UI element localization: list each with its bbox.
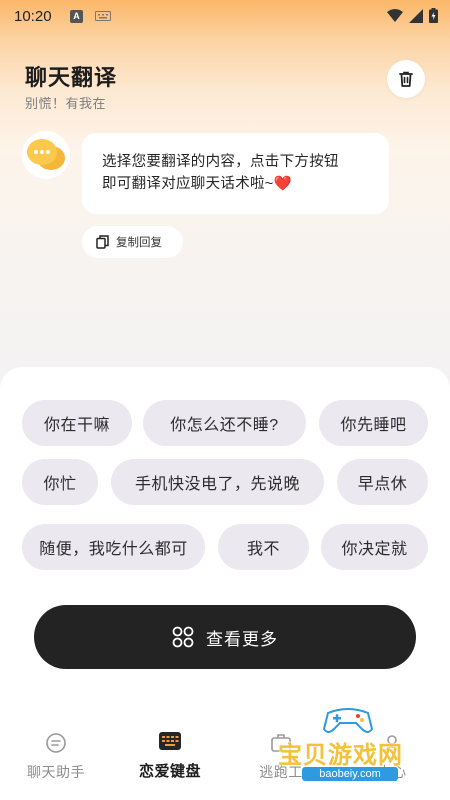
chat-assistant-icon (46, 733, 66, 753)
message-line-2-text: 即可翻译对应聊天话术啦~ (102, 176, 274, 192)
copy-reply-label: 复制回复 (116, 237, 162, 249)
copy-icon (96, 235, 109, 249)
grid-icon (172, 626, 194, 648)
phrase-chip[interactable]: 你在干嘛 (22, 400, 132, 446)
watermark-text: 宝贝游戏网 (278, 742, 403, 769)
gamepad-icon (322, 708, 374, 733)
status-time: 10:20 (14, 7, 52, 25)
keyboard-icon (159, 732, 181, 750)
notification-icon: A (70, 9, 83, 23)
phrase-chip[interactable]: 随便，我吃什么都可 (22, 524, 205, 570)
heart-icon: ❤️ (273, 176, 292, 192)
view-more-label: 查看更多 (206, 629, 278, 649)
tab-label: 恋爱键盘 (138, 763, 201, 780)
watermark-url: baobeiy.com (302, 767, 398, 781)
page-title: 聊天翻译 (25, 65, 118, 90)
wifi-icon (387, 8, 403, 22)
bot-avatar (22, 131, 70, 179)
tab-label: 聊天助手 (27, 764, 85, 780)
phrase-chip[interactable]: 你决定就 (321, 524, 428, 570)
status-bar: 10:20 A (0, 0, 450, 32)
clear-button[interactable] (387, 60, 425, 98)
phrase-chip[interactable]: 你怎么还不睡? (143, 400, 306, 446)
watermark: 宝贝游戏网 baobeiy.com (268, 703, 428, 785)
message-bubble: 选择您要翻译的内容，点击下方按钮 即可翻译对应聊天话术啦~❤️ (82, 133, 389, 214)
view-more-button[interactable]: 查看更多 (34, 605, 416, 669)
chat-bubbles-icon (22, 131, 70, 179)
battery-icon (429, 8, 438, 23)
page-subtitle: 别慌！有我在 (25, 96, 107, 111)
keyboard-icon (95, 11, 111, 21)
trash-icon (399, 71, 413, 87)
message-line-2: 即可翻译对应聊天话术啦~❤️ (102, 173, 369, 195)
tab-chat-assistant[interactable]: 聊天助手 (1, 732, 111, 782)
phrase-chip[interactable]: 我不 (218, 524, 309, 570)
cell-signal-icon (409, 8, 423, 23)
message-line-1: 选择您要翻译的内容，点击下方按钮 (102, 154, 339, 170)
copy-reply-button[interactable]: 复制回复 (82, 226, 183, 258)
phrase-chip[interactable]: 手机快没电了，先说晚 (111, 459, 324, 505)
tab-love-keyboard[interactable]: 恋爱键盘 (115, 730, 225, 781)
phrase-chip[interactable]: 早点休 (337, 459, 428, 505)
phrase-chip[interactable]: 你先睡吧 (319, 400, 428, 446)
phrase-chip[interactable]: 你忙 (22, 459, 98, 505)
